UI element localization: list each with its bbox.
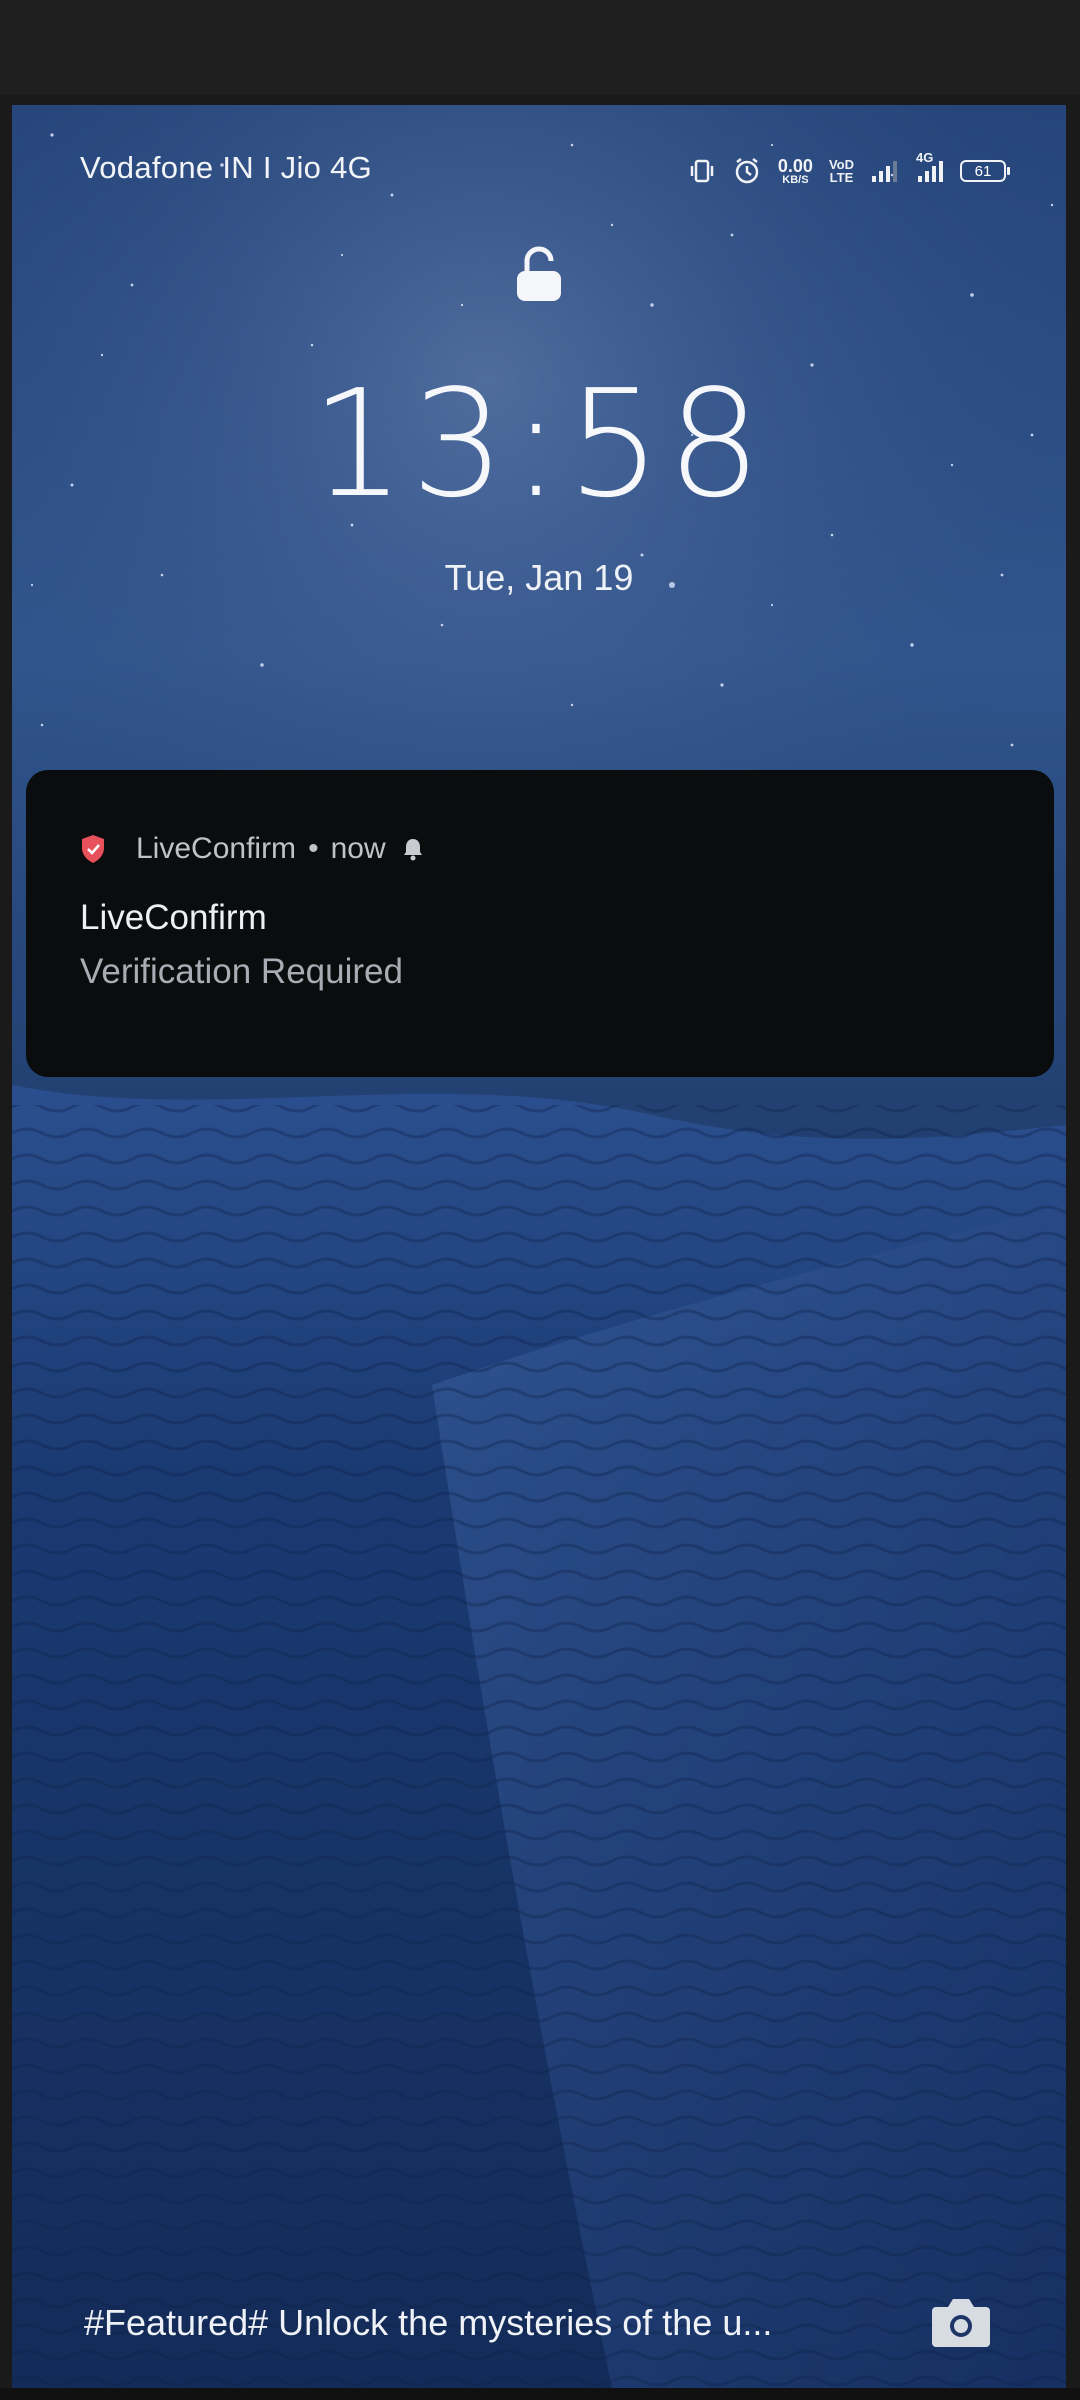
top-letterbox: [0, 0, 1080, 95]
clock: 13:58: [310, 358, 768, 530]
volte-indicator: VoD LTE: [829, 158, 854, 184]
signal-icon: [870, 158, 898, 184]
lock-screen: Vodafone IN I Jio 4G 0.00 KB/S VoD LTE 4…: [12, 105, 1066, 2388]
notification-time: now: [330, 832, 386, 865]
date: Tue, Jan 19: [444, 557, 634, 598]
notification-title: LiveConfirm: [80, 898, 267, 937]
unlocked-padlock-icon[interactable]: [514, 245, 564, 305]
net-speed-value: 0.00: [777, 155, 813, 176]
volte-bottom: LTE: [829, 170, 854, 185]
carrier-label: Vodafone IN I Jio 4G: [80, 150, 373, 185]
bell-icon: [403, 839, 422, 861]
shield-icon: [82, 835, 104, 863]
net-speed-unit: KB/S: [782, 173, 809, 186]
camera-icon[interactable]: [930, 2295, 992, 2349]
notification-app-name: LiveConfirm: [136, 832, 297, 865]
notification-separator: •: [308, 832, 319, 865]
notification-card[interactable]: LiveConfirm • now LiveConfirm Verificati…: [26, 770, 1054, 1077]
notification-header: LiveConfirm • now: [80, 832, 424, 866]
bottom-letterbox: [0, 2388, 1080, 2400]
battery-level: 61: [974, 162, 992, 180]
net-speed-indicator: 0.00 KB/S: [778, 157, 813, 186]
alarm-icon: [732, 156, 762, 186]
network-type-label: 4G: [916, 150, 934, 165]
signal-4g-icon: 4G: [914, 150, 944, 184]
vibrate-icon: [688, 157, 716, 185]
battery-icon: 61: [960, 160, 1010, 182]
featured-wallpaper-caption[interactable]: #Featured# Unlock the mysteries of the u…: [84, 2302, 884, 2344]
status-bar: Vodafone IN I Jio 4G 0.00 KB/S VoD LTE 4…: [12, 105, 1066, 235]
status-icons: 0.00 KB/S VoD LTE 4G 61: [688, 149, 1010, 193]
notification-body: Verification Required: [80, 952, 403, 991]
